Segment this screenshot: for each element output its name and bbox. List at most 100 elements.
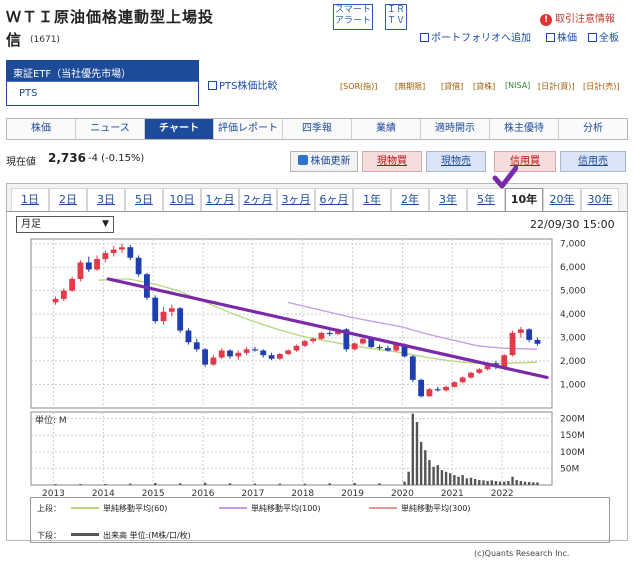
candle-body: [77, 262, 84, 279]
volume-bar: [411, 413, 415, 485]
candle-body: [218, 350, 225, 358]
volume-bar: [253, 483, 257, 485]
legend-upper-label: 上段：: [37, 504, 61, 513]
candle-body: [119, 247, 125, 250]
volume-bar: [303, 483, 306, 485]
legend-volume-swatch: [71, 533, 99, 536]
y-tick-label: 2,000: [560, 357, 586, 367]
candle-body: [94, 258, 100, 270]
volume-unit-label: 単位: M: [35, 414, 67, 426]
candle-body: [351, 343, 358, 350]
volume-bar: [469, 477, 473, 485]
volume-bar: [494, 481, 498, 485]
candle-body: [534, 339, 541, 344]
candle-body: [501, 355, 508, 367]
y-tick-label: 6,000: [560, 263, 586, 273]
volume-bar: [473, 479, 477, 485]
volume-bar: [511, 476, 514, 485]
candle-body: [526, 329, 533, 340]
volume-bar: [449, 473, 452, 485]
candle-body: [517, 329, 524, 333]
volume-bar: [519, 481, 523, 485]
volume-bar: [444, 471, 448, 485]
volume-bar: [436, 465, 439, 485]
candle-body: [152, 297, 159, 322]
volume-bar: [482, 480, 485, 485]
volume-tick-label: 200M: [560, 415, 585, 425]
copyright: (c)Quants Research Inc.: [474, 549, 570, 558]
candle-body: [135, 257, 142, 275]
candle-body: [293, 345, 300, 351]
legend-lower-label: 下段：: [37, 531, 61, 540]
volume-bar: [432, 466, 435, 485]
candle-body: [268, 355, 275, 359]
volume-bar: [453, 475, 456, 485]
candle-body: [127, 247, 134, 258]
candle-body: [52, 298, 59, 303]
candle-body: [459, 377, 466, 383]
candle-body: [69, 278, 76, 291]
candle-body: [160, 311, 167, 322]
volume-bar: [403, 481, 406, 485]
volume-bar: [461, 475, 464, 485]
volume-bar: [407, 471, 410, 485]
candle-body: [310, 338, 317, 342]
price-chart: 2013 2014 2015 2016 2017 2018 2019 2020 2021 2022…: [30, 238, 586, 499]
candle-body: [185, 330, 192, 343]
y-tick-label: 7,000: [560, 240, 586, 250]
volume-bar: [353, 483, 356, 485]
candle-body: [426, 389, 433, 397]
candle-body: [168, 308, 175, 312]
y-tick-label: 3,000: [560, 334, 586, 344]
volume-bar: [129, 483, 132, 485]
volume-bar: [428, 460, 431, 485]
legend-ma300: 単純移動平均(300): [401, 504, 471, 513]
candle-body: [326, 332, 333, 335]
chart-legend: 上段： 単純移動平均(60) 単純移動平均(100) 単純移動平均(300) 下…: [30, 497, 610, 543]
candle-body: [177, 308, 184, 331]
candle-body: [260, 350, 267, 356]
candle-body: [276, 354, 283, 359]
volume-bar: [228, 483, 232, 485]
volume-bar: [507, 481, 510, 485]
candle-body: [443, 386, 449, 391]
volume-bar: [154, 483, 157, 485]
volume-bar: [54, 484, 57, 485]
candle-body: [285, 350, 292, 355]
candle-body: [434, 389, 441, 391]
volume-tick-label: 100M: [560, 448, 585, 458]
candle-body: [227, 350, 233, 357]
volume-bar: [328, 483, 331, 485]
volume-tick-label: 50M: [560, 464, 579, 474]
candle-body: [235, 352, 242, 357]
volume-bar: [527, 482, 531, 485]
volume-bar: [104, 484, 107, 485]
volume-bar: [378, 483, 381, 485]
candle-body: [476, 369, 483, 373]
candle-body: [451, 382, 458, 387]
volume-bar: [478, 480, 481, 485]
volume-panel-frame: [30, 411, 553, 486]
volume-bar: [440, 470, 444, 485]
volume-bar: [278, 483, 282, 485]
volume-bar: [532, 482, 535, 485]
volume-bar: [486, 481, 489, 485]
candle-body: [468, 372, 474, 378]
candle-body: [202, 349, 208, 365]
legend-volume: 出来高 単位:(M株/口/枚): [103, 531, 191, 540]
volume-bar: [457, 476, 460, 485]
legend-ma60: 単純移動平均(60): [103, 504, 168, 513]
candle-body: [110, 249, 117, 254]
legend-ma300-swatch: [369, 507, 397, 509]
candle-body: [318, 332, 325, 339]
volume-tick-label: 150M: [560, 431, 585, 441]
volume-bar: [498, 481, 502, 485]
candle-body: [376, 346, 383, 349]
candle-body: [509, 332, 516, 356]
y-tick-label: 5,000: [560, 287, 586, 297]
y-tick-label: 1,000: [560, 381, 586, 391]
volume-bar: [79, 484, 82, 485]
volume-bar: [465, 478, 469, 485]
legend-ma100: 単純移動平均(100): [251, 504, 321, 513]
candle-body: [301, 341, 308, 346]
